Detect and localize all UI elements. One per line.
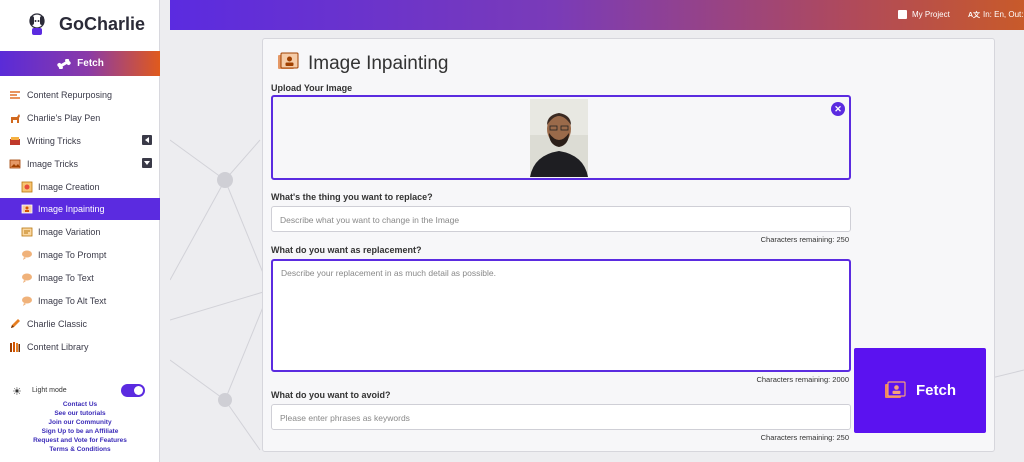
sidebar-item-label: Image Inpainting [38,204,105,214]
bone-icon [57,58,71,69]
sidebar-item-label: Image Tricks [27,159,79,169]
page-title: Image Inpainting [308,53,449,74]
avoid-input[interactable]: Please enter phrases as keywords [271,404,851,430]
translate-icon: A文 [968,12,981,19]
sidebar-item-image-creation[interactable]: Image Creation [0,176,160,198]
sidebar-item-content-repurposing[interactable]: Content Repurposing [0,84,160,106]
project-icon [898,10,907,19]
avoid-char-count: Characters remaining: 250 [760,433,849,442]
pencil-icon [11,319,20,328]
sidebar-item-label: Image Variation [38,227,101,237]
fetch-button-label: Fetch [915,382,956,399]
replacement-label: What do you want as replacement? [271,245,422,255]
sun-icon: ☀ [12,386,22,398]
image-inpainting-icon [278,52,299,69]
sidebar-item-content-library[interactable]: Content Library [0,336,160,358]
sidebar-item-label: Image Creation [38,182,100,192]
sidebar-item-label: Image To Text [38,273,94,283]
image-variation-icon [21,227,33,237]
sidebar-item-label: Content Library [27,342,89,352]
image-icon [9,159,21,169]
expand-caret-icon[interactable] [142,158,152,168]
image-to-prompt-icon [22,250,32,260]
image-creation-icon [21,181,33,193]
brand[interactable]: GoCharlie [0,0,160,50]
terms-link[interactable]: Terms & Conditions [0,445,160,454]
footer-links: Contact Us See our tutorials Join our Co… [0,400,160,455]
language-label: In: En, Out: [983,10,1024,19]
upload-label: Upload Your Image [271,83,353,93]
sidebar-item-label: Charlie's Play Pen [27,113,101,123]
sidebar-item-image-to-text[interactable]: Image To Text [0,267,160,289]
language-selector[interactable]: A文 In: En, Out: [968,10,1023,19]
light-mode-row: ☀ Light mode [0,382,160,400]
light-mode-toggle[interactable] [121,384,145,397]
dog-icon [11,114,20,123]
repurpose-icon [10,91,20,99]
replacement-char-count: Characters remaining: 2000 [756,375,849,384]
brand-name: GoCharlie [59,14,146,34]
sidebar-item-label: Image To Alt Text [38,296,107,306]
remove-image-button[interactable]: ✕ [831,102,845,116]
community-link[interactable]: Join our Community [0,418,160,427]
replace-label: What's the thing you want to replace? [271,192,433,202]
sidebar-item-image-to-prompt[interactable]: Image To Prompt [0,244,160,266]
replacement-textarea[interactable]: Describe your replacement in as much det… [271,259,851,372]
sidebar-item-label: Charlie Classic [27,319,88,329]
image-inpainting-icon [884,381,906,398]
image-to-alt-text-icon [22,296,32,306]
my-project-button[interactable]: My Project [898,10,950,19]
tutorials-link[interactable]: See our tutorials [0,409,160,418]
sidebar-item-writing-tricks[interactable]: Writing Tricks [0,130,160,152]
sidebar-item-charlie-classic[interactable]: Charlie Classic [0,313,160,335]
sidebar-item-label: Writing Tricks [27,136,81,146]
writing-icon [10,137,20,145]
image-upload-dropzone[interactable]: ✕ [271,95,851,180]
library-icon [10,342,20,352]
feature-requests-link[interactable]: Request and Vote for Features [0,436,160,445]
replace-input[interactable]: Describe what you want to change in the … [271,206,851,232]
sidebar-item-image-to-alt-text[interactable]: Image To Alt Text [0,290,160,312]
light-mode-label: Light mode [32,387,67,394]
contact-us-link[interactable]: Contact Us [0,400,160,409]
sidebar-item-image-inpainting[interactable]: Image Inpainting [0,198,160,220]
affiliate-link[interactable]: Sign Up to be an Affiliate [0,427,160,436]
sidebar-item-image-variation[interactable]: Image Variation [0,221,160,243]
sidebar-item-image-tricks[interactable]: Image Tricks [0,153,160,175]
uploaded-photo [530,99,588,177]
collapse-caret-icon[interactable] [142,135,152,145]
fetch-nav-button[interactable]: Fetch [0,51,160,76]
avoid-label: What do you want to avoid? [271,390,391,400]
top-bar: My Project A文 In: En, Out: [170,0,1024,30]
replace-char-count: Characters remaining: 250 [760,235,849,244]
image-inpainting-icon [21,204,33,214]
sidebar-item-label: Image To Prompt [38,250,107,260]
charlie-logo-icon [29,13,45,35]
sidebar: GoCharlie Fetch Content Repurposing Char… [0,0,160,462]
my-project-label: My Project [912,10,950,19]
image-to-text-icon [22,273,32,283]
fetch-nav-label: Fetch [77,58,104,69]
sidebar-item-charlies-play-pen[interactable]: Charlie's Play Pen [0,107,160,129]
sidebar-item-label: Content Repurposing [27,90,113,100]
fetch-button[interactable]: Fetch [854,348,986,433]
